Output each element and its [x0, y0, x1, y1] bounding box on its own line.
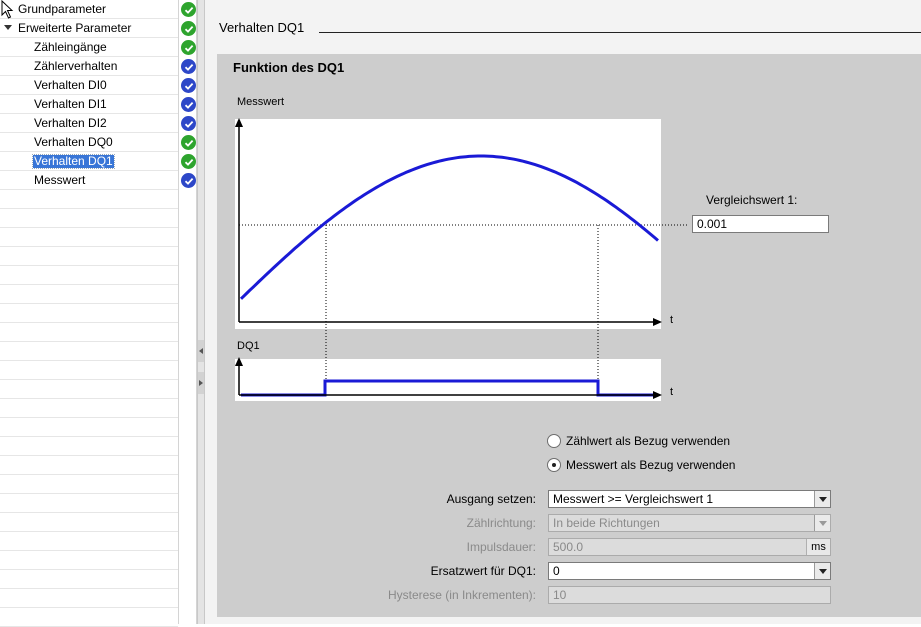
ausgang-setzen-value: Messwert >= Vergleichswert 1 [553, 492, 714, 506]
empty-tree-row [0, 456, 178, 475]
function-panel: Funktion des DQ1 Messwert DQ1 t t Vergle… [217, 54, 921, 617]
tree-item[interactable]: Grundparameter [0, 0, 178, 19]
tree-item-label: Verhalten DQ1 [32, 154, 115, 169]
tree-item[interactable]: Messwert [0, 171, 178, 190]
ausgang-setzen-select[interactable]: Messwert >= Vergleichswert 1 [548, 490, 831, 508]
expand-right-icon[interactable] [198, 372, 204, 394]
check-status-icon [181, 173, 196, 188]
empty-tree-row [0, 513, 178, 532]
check-status-icon [181, 59, 196, 74]
radio-count-reference[interactable]: Zählwert als Bezug verwenden [547, 432, 730, 450]
hysterese-label: Hysterese (in Inkrementen): [387, 588, 536, 602]
tree-item-label: Grundparameter [18, 2, 107, 16]
empty-tree-row [0, 589, 178, 608]
radio-label: Messwert als Bezug verwenden [566, 458, 736, 472]
empty-tree-row [0, 532, 178, 551]
ausgang-setzen-label: Ausgang setzen: [446, 492, 536, 506]
content-area: Verhalten DQ1 Funktion des DQ1 Messwert … [205, 0, 921, 624]
radio-measurement-reference[interactable]: Messwert als Bezug verwenden [547, 456, 735, 474]
ersatzwert-label: Ersatzwert für DQ1: [430, 564, 536, 578]
empty-tree-row [0, 494, 178, 513]
tree-item-label: Verhalten DI1 [34, 97, 107, 111]
tree-item[interactable]: Erweiterte Parameter [0, 19, 178, 38]
tree-item[interactable]: Verhalten DI0 [0, 76, 178, 95]
hysterese-input: 10 [548, 586, 831, 604]
empty-tree-row [0, 323, 178, 342]
zaehlrichtung-select: In beide Richtungen [548, 514, 831, 532]
empty-tree-row [0, 418, 178, 437]
radio-button[interactable] [547, 458, 561, 472]
section-title: Verhalten DQ1 [219, 20, 305, 35]
tree-item-label: Zähleingänge [34, 40, 107, 54]
check-status-icon [181, 154, 196, 169]
chevron-down-icon[interactable] [814, 491, 830, 507]
empty-tree-row [0, 361, 178, 380]
check-status-icon [181, 21, 196, 36]
tree-item-label: Verhalten DI0 [34, 78, 107, 92]
collapse-left-icon[interactable] [198, 340, 204, 362]
impulsdauer-value: 500.0 [553, 540, 584, 554]
tree-item-label: Verhalten DI2 [34, 116, 107, 130]
ersatzwert-select[interactable]: 0 [548, 562, 831, 580]
tree-item-label: Messwert [34, 173, 86, 187]
empty-tree-row [0, 190, 178, 209]
radio-label: Zählwert als Bezug verwenden [566, 434, 731, 448]
ersatzwert-value: 0 [553, 564, 560, 578]
check-status-icon [181, 116, 196, 131]
empty-tree-row [0, 304, 178, 323]
empty-tree-row [0, 551, 178, 570]
chevron-down-icon[interactable] [814, 563, 830, 579]
empty-tree-row [0, 266, 178, 285]
empty-tree-row [0, 475, 178, 494]
zaehlrichtung-value: In beide Richtungen [553, 516, 660, 530]
function-diagram [235, 118, 689, 401]
radio-button[interactable] [547, 434, 561, 448]
empty-tree-row [0, 342, 178, 361]
impulsdauer-label: Impulsdauer: [466, 540, 536, 554]
tree-item-label: Erweiterte Parameter [18, 21, 132, 35]
impulsdauer-unit: ms [806, 539, 830, 555]
zaehlrichtung-label: Zählrichtung: [466, 516, 536, 530]
empty-tree-row [0, 437, 178, 456]
splitter-bar[interactable] [197, 0, 205, 624]
tree-item-label: Zählerverhalten [34, 59, 118, 73]
check-status-icon [181, 135, 196, 150]
mouse-cursor-icon [1, 0, 14, 19]
empty-tree-row [0, 570, 178, 589]
empty-tree-row [0, 228, 178, 247]
tree-item[interactable]: Zählerverhalten [0, 57, 178, 76]
empty-tree-row [0, 247, 178, 266]
check-status-icon [181, 97, 196, 112]
empty-tree-row [0, 399, 178, 418]
check-status-icon [181, 2, 196, 17]
status-column [178, 0, 197, 624]
tree-item[interactable]: Verhalten DI2 [0, 114, 178, 133]
expand-arrow-icon[interactable] [4, 25, 12, 30]
empty-tree-row [0, 608, 178, 627]
check-status-icon [181, 40, 196, 55]
compare-value-input[interactable]: 0.001 [692, 215, 829, 233]
chevron-down-icon [814, 515, 830, 531]
upper-plot-area [235, 119, 661, 329]
tree-item[interactable]: Verhalten DQ0 [0, 133, 178, 152]
check-status-icon [181, 78, 196, 93]
tree-item-label: Verhalten DQ0 [34, 135, 113, 149]
tree-item[interactable]: Verhalten DQ1 [0, 152, 178, 171]
compare-value-label: Vergleichswert 1: [706, 193, 798, 207]
impulsdauer-input: 500.0 ms [548, 538, 831, 556]
section-divider [319, 32, 921, 33]
empty-tree-row [0, 285, 178, 304]
parameter-tree: Grundparameter Erweiterte Parameter Zählei… [0, 0, 178, 627]
tree-item[interactable]: Zähleingänge [0, 38, 178, 57]
empty-tree-row [0, 209, 178, 228]
empty-tree-row [0, 380, 178, 399]
tree-item[interactable]: Verhalten DI1 [0, 95, 178, 114]
